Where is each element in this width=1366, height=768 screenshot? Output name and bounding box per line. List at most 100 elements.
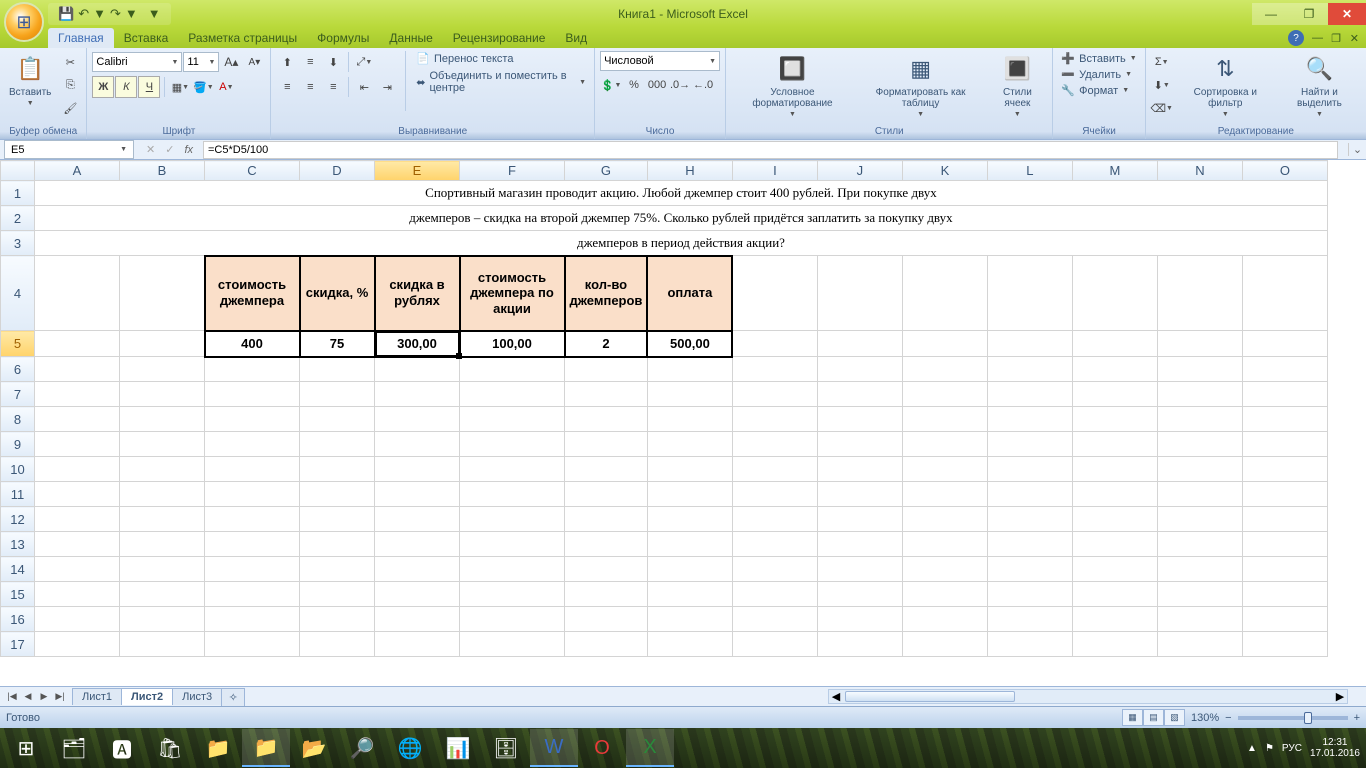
find-select-button[interactable]: 🔍Найти и выделить▼ bbox=[1278, 51, 1361, 120]
taskbar-excel-icon[interactable]: X bbox=[626, 729, 674, 767]
cell-K17[interactable] bbox=[902, 632, 987, 657]
cell-H13[interactable] bbox=[647, 532, 732, 557]
cell-E7[interactable] bbox=[375, 382, 460, 407]
cell-K4[interactable] bbox=[902, 256, 987, 331]
cell-G16[interactable] bbox=[565, 607, 648, 632]
cell-A5[interactable] bbox=[35, 331, 120, 357]
cell-G14[interactable] bbox=[565, 557, 648, 582]
cell-N9[interactable] bbox=[1157, 432, 1242, 457]
cell-E8[interactable] bbox=[375, 407, 460, 432]
cell-C11[interactable] bbox=[205, 482, 300, 507]
sheet-tab-1[interactable]: Лист1 bbox=[72, 688, 122, 705]
cell-A17[interactable] bbox=[35, 632, 120, 657]
cell-C16[interactable] bbox=[205, 607, 300, 632]
cell-C12[interactable] bbox=[205, 507, 300, 532]
cell-N13[interactable] bbox=[1157, 532, 1242, 557]
cell-F5[interactable]: 100,00 bbox=[460, 331, 565, 357]
row-header-4[interactable]: 4 bbox=[1, 256, 35, 331]
cell-M16[interactable] bbox=[1072, 607, 1157, 632]
cell-E11[interactable] bbox=[375, 482, 460, 507]
cell-G4[interactable]: кол-во джемперов bbox=[565, 256, 648, 331]
cell-M5[interactable] bbox=[1072, 331, 1157, 357]
percent-icon[interactable]: % bbox=[623, 74, 645, 96]
formula-input[interactable]: =C5*D5/100 bbox=[203, 141, 1338, 159]
taskbar-app-5[interactable]: 📁 bbox=[242, 729, 290, 767]
cell-A10[interactable] bbox=[35, 457, 120, 482]
cell-L10[interactable] bbox=[987, 457, 1072, 482]
cell-I9[interactable] bbox=[732, 432, 817, 457]
row-header-7[interactable]: 7 bbox=[1, 382, 35, 407]
cell-H6[interactable] bbox=[647, 357, 732, 382]
cell-A7[interactable] bbox=[35, 382, 120, 407]
taskbar-app-1[interactable]: 🗂 bbox=[50, 729, 98, 767]
redo-dropdown-icon[interactable]: ▼ bbox=[125, 6, 138, 21]
cell-E12[interactable] bbox=[375, 507, 460, 532]
cell-G7[interactable] bbox=[565, 382, 648, 407]
column-header-D[interactable]: D bbox=[300, 161, 375, 181]
cell-L5[interactable] bbox=[987, 331, 1072, 357]
taskbar-app-2[interactable]: 🅰 bbox=[98, 729, 146, 767]
cell-D14[interactable] bbox=[300, 557, 375, 582]
cell-B16[interactable] bbox=[120, 607, 205, 632]
cell-E5[interactable]: 300,00 bbox=[375, 331, 460, 357]
cell-H10[interactable] bbox=[647, 457, 732, 482]
cell-C9[interactable] bbox=[205, 432, 300, 457]
page-layout-view-icon[interactable]: ▤ bbox=[1143, 709, 1164, 726]
cell-M7[interactable] bbox=[1072, 382, 1157, 407]
taskbar-word-icon[interactable]: W bbox=[530, 729, 578, 767]
taskbar-app-6[interactable]: 📂 bbox=[290, 729, 338, 767]
cell-K7[interactable] bbox=[902, 382, 987, 407]
cell-J6[interactable] bbox=[817, 357, 902, 382]
cell-O9[interactable] bbox=[1242, 432, 1327, 457]
zoom-in-button[interactable]: + bbox=[1354, 712, 1360, 724]
cell-G17[interactable] bbox=[565, 632, 648, 657]
decrease-indent-icon[interactable]: ⇤ bbox=[353, 76, 375, 98]
row-header-17[interactable]: 17 bbox=[1, 632, 35, 657]
cell-C13[interactable] bbox=[205, 532, 300, 557]
cell-O10[interactable] bbox=[1242, 457, 1327, 482]
hscroll-thumb[interactable] bbox=[845, 691, 1015, 702]
tab-formulas[interactable]: Формулы bbox=[307, 28, 379, 48]
cell-D4[interactable]: скидка, % bbox=[300, 256, 375, 331]
align-center-icon[interactable]: ≡ bbox=[299, 76, 321, 98]
cell-F17[interactable] bbox=[460, 632, 565, 657]
cell-J15[interactable] bbox=[817, 582, 902, 607]
align-left-icon[interactable]: ≡ bbox=[276, 76, 298, 98]
normal-view-icon[interactable]: ▦ bbox=[1122, 709, 1143, 726]
cell-B17[interactable] bbox=[120, 632, 205, 657]
font-size-select[interactable]: 11▼ bbox=[183, 52, 219, 72]
cell-C6[interactable] bbox=[205, 357, 300, 382]
tray-clock[interactable]: 12:31 17.01.2016 bbox=[1310, 737, 1360, 759]
cell-H5[interactable]: 500,00 bbox=[647, 331, 732, 357]
cell-E10[interactable] bbox=[375, 457, 460, 482]
cell-B4[interactable] bbox=[120, 256, 205, 331]
cell-G8[interactable] bbox=[565, 407, 648, 432]
cell-L8[interactable] bbox=[987, 407, 1072, 432]
cell-F4[interactable]: стоимость джемпера по акции bbox=[460, 256, 565, 331]
tab-home[interactable]: Главная bbox=[48, 28, 114, 48]
cell-E4[interactable]: скидка в рублях bbox=[375, 256, 460, 331]
cell-D11[interactable] bbox=[300, 482, 375, 507]
next-sheet-icon[interactable]: ▶ bbox=[36, 691, 52, 702]
cell-O15[interactable] bbox=[1242, 582, 1327, 607]
column-header-O[interactable]: O bbox=[1242, 161, 1327, 181]
cell-L13[interactable] bbox=[987, 532, 1072, 557]
row-header-2[interactable]: 2 bbox=[1, 206, 35, 231]
cell-J12[interactable] bbox=[817, 507, 902, 532]
tab-page-layout[interactable]: Разметка страницы bbox=[178, 28, 307, 48]
cell-A11[interactable] bbox=[35, 482, 120, 507]
cell-K5[interactable] bbox=[902, 331, 987, 357]
cell-J9[interactable] bbox=[817, 432, 902, 457]
align-right-icon[interactable]: ≡ bbox=[322, 76, 344, 98]
column-header-N[interactable]: N bbox=[1157, 161, 1242, 181]
cell-O11[interactable] bbox=[1242, 482, 1327, 507]
sort-filter-button[interactable]: ⇅Сортировка и фильтр▼ bbox=[1177, 51, 1274, 120]
cell-M14[interactable] bbox=[1072, 557, 1157, 582]
cell-L4[interactable] bbox=[987, 256, 1072, 331]
cell-M11[interactable] bbox=[1072, 482, 1157, 507]
cell-D8[interactable] bbox=[300, 407, 375, 432]
cell-M15[interactable] bbox=[1072, 582, 1157, 607]
start-button[interactable]: ⊞ bbox=[2, 729, 50, 767]
font-name-select[interactable]: Calibri▼ bbox=[92, 52, 182, 72]
cell-A6[interactable] bbox=[35, 357, 120, 382]
